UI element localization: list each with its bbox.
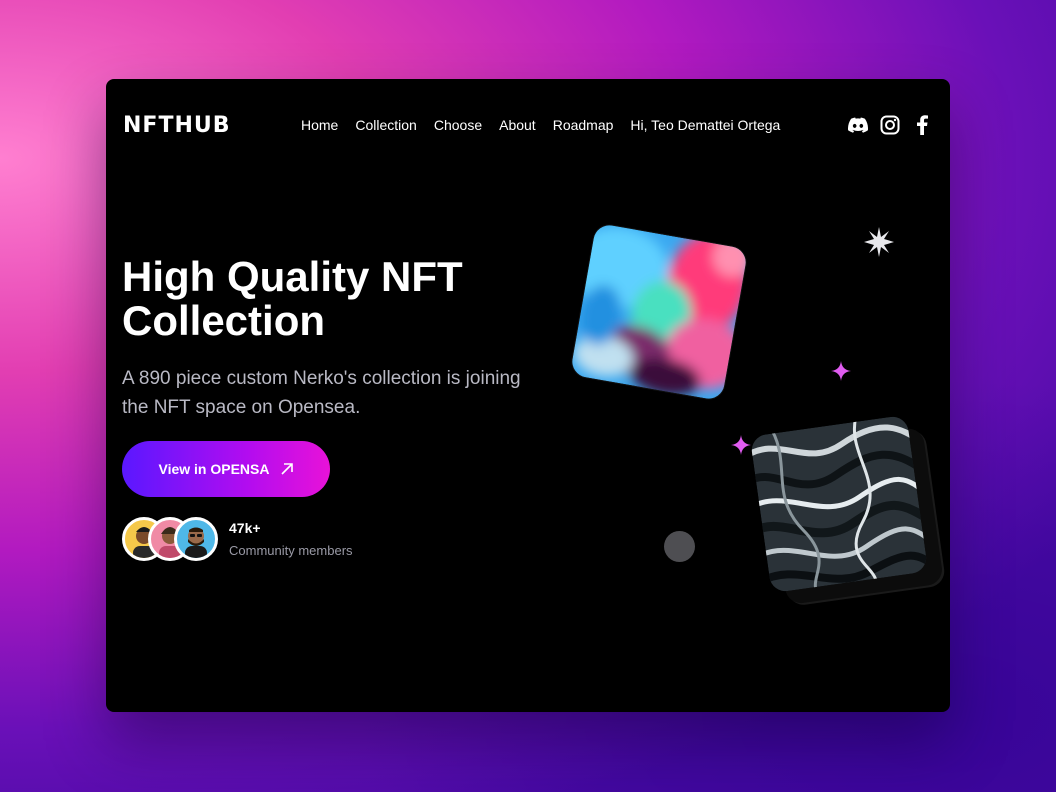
nav-item-home[interactable]: Home — [301, 117, 338, 133]
nft-artwork-marble[interactable] — [749, 414, 929, 594]
cta-label: View in OPENSA — [158, 461, 270, 477]
community-count: 47k+ — [229, 520, 261, 536]
view-opensea-button[interactable]: View in OPENSA — [122, 441, 330, 497]
sparkle-icon — [731, 435, 751, 455]
nft-artwork-colorful[interactable] — [569, 222, 749, 402]
hero-subtitle: A 890 piece custom Nerko's collection is… — [122, 368, 521, 418]
nav-item-choose[interactable]: Choose — [434, 117, 482, 133]
nav-item-collection[interactable]: Collection — [355, 117, 416, 133]
arrow-up-right-icon — [280, 463, 293, 475]
decorative-dot — [664, 531, 695, 562]
nav-item-about[interactable]: About — [499, 117, 536, 133]
discord-icon[interactable] — [848, 115, 868, 135]
community-avatars — [122, 517, 226, 569]
nav-item-roadmap[interactable]: Roadmap — [553, 117, 614, 133]
hero-title-line2: Collection — [122, 297, 326, 344]
social-links — [848, 115, 932, 135]
brand-logo[interactable]: NFTHUB — [123, 113, 231, 138]
facebook-icon[interactable] — [912, 115, 932, 135]
community-label: Community members — [229, 543, 353, 558]
hero-title: High Quality NFT Collection — [122, 255, 542, 343]
avatar — [174, 517, 218, 561]
landing-page-card: NFTHUB Home Collection Choose About Road… — [106, 79, 950, 712]
sparkle-icon — [831, 361, 851, 381]
hero-title-line1: High Quality NFT — [122, 253, 463, 300]
main-nav: Home Collection Choose About Roadmap Hi,… — [301, 117, 780, 133]
instagram-icon[interactable] — [880, 115, 900, 135]
starburst-icon — [864, 227, 894, 257]
nav-item-user-greeting[interactable]: Hi, Teo Demattei Ortega — [630, 117, 780, 133]
